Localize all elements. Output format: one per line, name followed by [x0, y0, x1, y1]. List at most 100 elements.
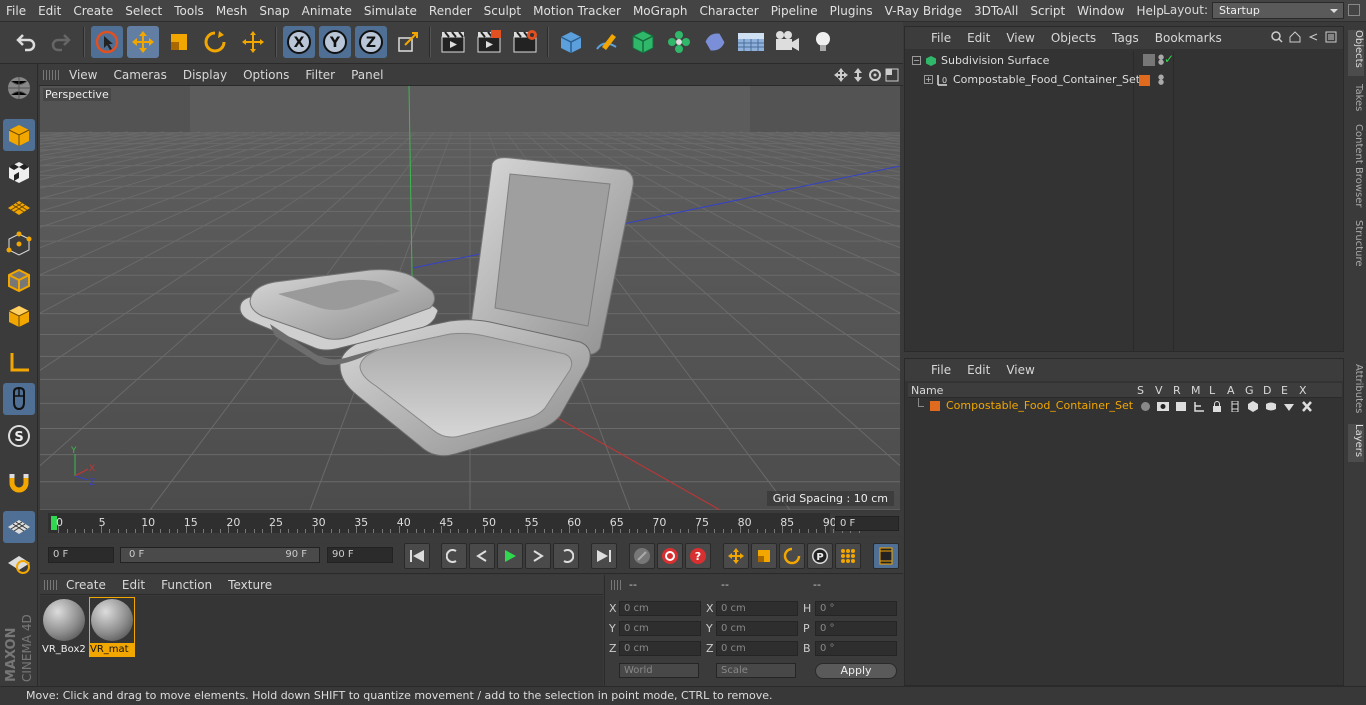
- tweak-mode-icon[interactable]: [3, 383, 35, 415]
- tab-attributes[interactable]: Attributes: [1348, 364, 1364, 416]
- search-icon[interactable]: [1271, 31, 1283, 43]
- menu-script[interactable]: Script: [1024, 4, 1071, 18]
- layer-color-tag[interactable]: [1139, 75, 1150, 86]
- record-point-level-icon[interactable]: [835, 543, 861, 569]
- object-menu-bookmarks[interactable]: Bookmarks: [1147, 31, 1230, 45]
- menu-window[interactable]: Window: [1071, 4, 1130, 18]
- maximize-view-icon[interactable]: [885, 68, 899, 82]
- material-menu-function[interactable]: Function: [153, 578, 220, 592]
- timeline-ruler[interactable]: 0 5 10 15 20 25 30 35 40 45 50 55 60 65 70 75 80 85 90: [48, 513, 860, 533]
- deformers-icon[interactable]: [1265, 401, 1277, 412]
- perspective-viewport[interactable]: Y X Z Perspective Grid Spacing : 10 cm: [40, 86, 900, 510]
- polygons-mode-icon[interactable]: [3, 300, 35, 332]
- generators-icon[interactable]: [1247, 401, 1259, 412]
- undo-icon[interactable]: [10, 26, 42, 58]
- menu-edit[interactable]: Edit: [32, 4, 67, 18]
- next-keyframe-icon[interactable]: [553, 543, 579, 569]
- pos-y-field[interactable]: 0 cm: [619, 621, 701, 636]
- render-to-picture-viewer-icon[interactable]: [473, 26, 505, 58]
- window-restore-icon[interactable]: [1348, 4, 1360, 16]
- timeline-window-icon[interactable]: [873, 543, 899, 569]
- size-y-field[interactable]: 0 cm: [716, 621, 798, 636]
- light-icon[interactable]: [807, 26, 839, 58]
- pen-spline-icon[interactable]: [591, 26, 623, 58]
- live-selection-icon[interactable]: [91, 26, 123, 58]
- home-icon[interactable]: [1289, 31, 1301, 43]
- layer-menu-edit[interactable]: Edit: [959, 363, 998, 377]
- menu-simulate[interactable]: Simulate: [358, 4, 423, 18]
- tab-structure[interactable]: Structure: [1348, 220, 1364, 270]
- object-menu-view[interactable]: View: [998, 31, 1042, 45]
- menu-create[interactable]: Create: [67, 4, 119, 18]
- layer-color-swatch[interactable]: [930, 401, 940, 411]
- tab-takes[interactable]: Takes: [1348, 84, 1364, 114]
- menu-pipeline[interactable]: Pipeline: [765, 4, 824, 18]
- enabled-check-icon[interactable]: ✓: [1164, 52, 1174, 66]
- points-mode-icon[interactable]: [3, 228, 35, 260]
- autokeying-icon[interactable]: [657, 543, 683, 569]
- menu-animate[interactable]: Animate: [296, 4, 358, 18]
- coordinate-system-icon[interactable]: [392, 26, 424, 58]
- material-menu-texture[interactable]: Texture: [220, 578, 280, 592]
- expand-icon[interactable]: +: [924, 75, 933, 84]
- layer-menu-file[interactable]: File: [923, 363, 959, 377]
- tab-layers[interactable]: Layers: [1348, 424, 1364, 462]
- record-rotation-icon[interactable]: [779, 543, 805, 569]
- object-row-subdivision-surface[interactable]: − Subdivision Surface: [908, 53, 1133, 70]
- make-editable-icon[interactable]: [3, 72, 35, 104]
- deformer-icon[interactable]: [699, 26, 731, 58]
- enable-floor-grid-icon[interactable]: [3, 511, 35, 543]
- object-menu-tags[interactable]: Tags: [1104, 31, 1147, 45]
- lock-workplane-icon[interactable]: [3, 547, 35, 579]
- record-keys-icon[interactable]: [629, 543, 655, 569]
- zoom-view-icon[interactable]: [851, 68, 865, 82]
- z-axis-lock-icon[interactable]: Z: [355, 26, 387, 58]
- viewport-menu-filter[interactable]: Filter: [297, 68, 343, 82]
- menu-file[interactable]: File: [0, 4, 32, 18]
- cloner-icon[interactable]: [663, 26, 695, 58]
- go-to-start-icon[interactable]: [404, 543, 430, 569]
- viewport-menu-panel[interactable]: Panel: [343, 68, 391, 82]
- object-menu-objects[interactable]: Objects: [1043, 31, 1104, 45]
- menu-render[interactable]: Render: [423, 4, 478, 18]
- axis-mode-icon[interactable]: [3, 347, 35, 379]
- snap-icon[interactable]: S: [3, 420, 35, 452]
- view-eye-icon[interactable]: [1157, 401, 1169, 412]
- viewport-menu-view[interactable]: View: [61, 68, 105, 82]
- end-frame-field[interactable]: 90 F: [327, 547, 393, 563]
- render-settings-icon[interactable]: [509, 26, 541, 58]
- floor-environment-icon[interactable]: [735, 26, 767, 58]
- menu-mesh[interactable]: Mesh: [210, 4, 254, 18]
- size-x-field[interactable]: 0 cm: [716, 601, 798, 616]
- lock-icon[interactable]: [1211, 401, 1223, 412]
- tab-objects[interactable]: Objects: [1348, 30, 1364, 76]
- material-swatch-selected[interactable]: VR_mat: [89, 597, 135, 657]
- menu-motion-tracker[interactable]: Motion Tracker: [527, 4, 627, 18]
- cube-primitive-icon[interactable]: [555, 26, 587, 58]
- editor-visibility-icon[interactable]: [1143, 54, 1155, 66]
- layer-menu-view[interactable]: View: [998, 363, 1042, 377]
- pan-view-icon[interactable]: [834, 68, 848, 82]
- transform-tool-icon[interactable]: [237, 26, 269, 58]
- menu-tools[interactable]: Tools: [168, 4, 210, 18]
- rotate-tool-icon[interactable]: [199, 26, 231, 58]
- panel-menu-icon[interactable]: [1325, 31, 1337, 43]
- object-menu-edit[interactable]: Edit: [959, 31, 998, 45]
- render-clapper-icon[interactable]: [1175, 401, 1187, 412]
- record-scale-icon[interactable]: [751, 543, 777, 569]
- material-swatch[interactable]: VR_Box2: [42, 598, 86, 656]
- current-frame-field[interactable]: 0 F: [835, 516, 899, 531]
- rot-b-field[interactable]: 0 °: [815, 641, 897, 656]
- workplane-mode-icon[interactable]: [3, 192, 35, 224]
- menu-sculpt[interactable]: Sculpt: [478, 4, 527, 18]
- collapse-icon[interactable]: −: [912, 56, 921, 65]
- move-tool-icon[interactable]: [127, 26, 159, 58]
- y-axis-lock-icon[interactable]: Y: [319, 26, 351, 58]
- viewport-menu-cameras[interactable]: Cameras: [105, 68, 174, 82]
- object-menu-file[interactable]: File: [923, 31, 959, 45]
- play-icon[interactable]: [497, 543, 523, 569]
- record-parameter-icon[interactable]: P: [807, 543, 833, 569]
- keyframe-selection-icon[interactable]: ?: [685, 543, 711, 569]
- next-frame-icon[interactable]: [525, 543, 551, 569]
- rotate-view-icon[interactable]: [868, 68, 882, 82]
